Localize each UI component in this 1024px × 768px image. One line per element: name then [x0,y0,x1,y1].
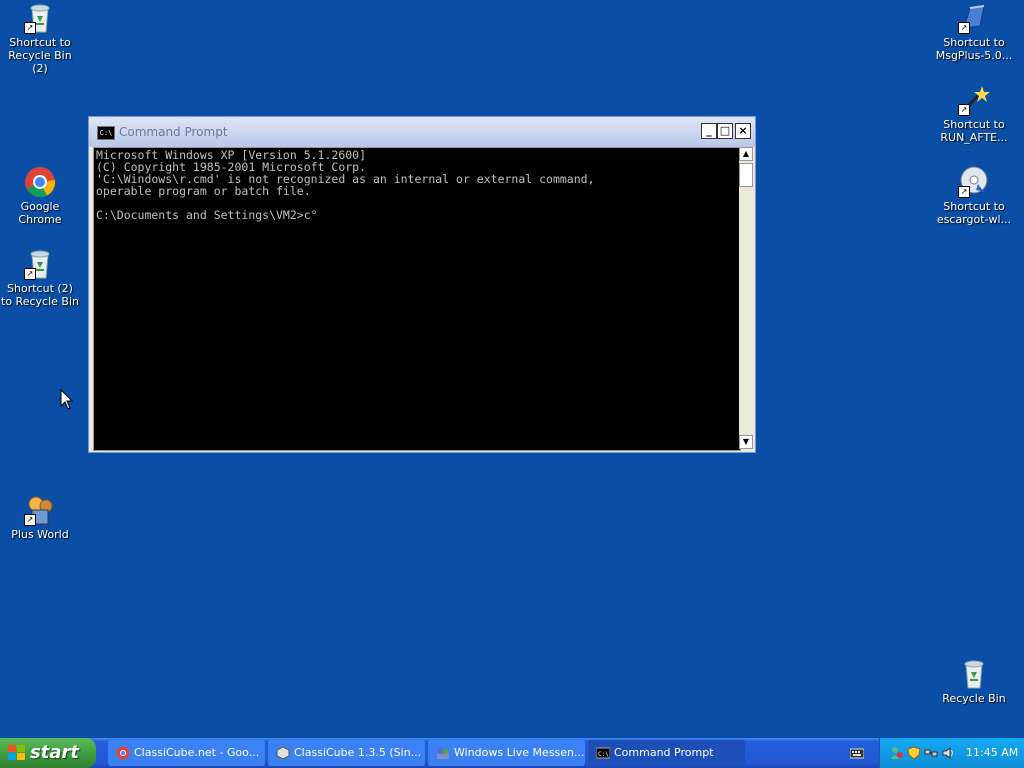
icon-label: Google Chrome [18,200,62,226]
icon-label: Shortcut (2) to Recycle Bin [1,282,79,308]
chrome-icon [116,746,130,760]
msgplus-shortcut-icon[interactable]: ↗ Shortcut to MsgPlus-5.0... [934,2,1014,62]
icon-label: Shortcut to RUN_AFTE... [940,118,1008,144]
console-text: Microsoft Windows XP [Version 5.1.2600] … [96,148,595,222]
cmd-icon: C:\ [97,126,115,140]
windows-flag-icon [8,745,25,760]
window-title: Command Prompt [119,125,228,139]
close-button[interactable]: × [735,123,751,139]
volume-icon[interactable] [941,746,955,760]
messenger-icon [437,748,449,759]
desktop: ↗ Shortcut to Recycle Bin (2) Google Chr… [0,0,1024,738]
window-titlebar[interactable]: C:\ Command Prompt _ □ × [89,117,755,147]
icon-label: Plus World [11,528,69,541]
icon-label: Shortcut to escargot-wl... [936,200,1012,226]
scroll-down-button[interactable]: ▼ [739,435,753,449]
task-label: ClassiCube.net - Goo... [134,746,260,759]
taskbar-button-classicube-net[interactable]: ClassiCube.net - Goo... [108,740,265,766]
recycle-bin-shortcut-icon[interactable]: ↗ Shortcut (2) to Recycle Bin [0,248,80,308]
cube-icon [276,746,290,760]
scroll-thumb[interactable] [739,163,753,187]
shortcut-arrow-icon: ↗ [24,22,36,34]
start-label: start [30,742,79,763]
run-after-shortcut-icon[interactable]: ↗ Shortcut to RUN_AFTE... [934,84,1014,144]
start-button[interactable]: start [0,738,96,768]
taskbar-button-classicube[interactable]: ClassiCube 1.3.5 (Sin... [268,740,425,766]
clock[interactable]: 11:45 AM [966,738,1018,768]
task-label: ClassiCube 1.3.5 (Sin... [294,746,422,759]
security-shield-icon[interactable] [907,746,921,760]
shortcut-arrow-icon: ↗ [24,514,36,526]
taskbar-button-windows-live-messenger[interactable]: Windows Live Messen... [428,740,585,766]
vertical-scrollbar[interactable]: ▲ ▼ [739,147,753,449]
recycle-bin-icon [964,660,984,689]
shortcut-arrow-icon: ↗ [958,22,970,34]
messenger-tray-icon[interactable] [890,746,904,760]
cmd-icon: C:\ [596,747,610,759]
chrome-icon [25,167,56,198]
minimize-button[interactable]: _ [701,123,717,139]
maximize-button[interactable]: □ [717,123,733,139]
shortcut-arrow-icon: ↗ [958,186,970,198]
taskbar-button-command-prompt[interactable]: C:\ Command Prompt [588,740,745,766]
escargot-shortcut-icon[interactable]: ↗ Shortcut to escargot-wl... [934,166,1014,226]
recycle-bin-icon-desktop[interactable]: Recycle Bin [934,658,1014,705]
icon-label: Shortcut to Recycle Bin (2) [8,36,72,75]
keyboard-icon[interactable] [850,747,864,759]
console-output[interactable]: Microsoft Windows XP [Version 5.1.2600] … [93,147,741,451]
shortcut-arrow-icon: ↗ [24,268,36,280]
system-tray: 11:45 AM [879,738,1024,768]
command-prompt-window[interactable]: C:\ Command Prompt _ □ × Microsoft Windo… [88,116,756,453]
taskbar: start ClassiCube.net - Goo... ClassiCube… [0,738,1024,768]
mouse-cursor-icon [60,389,74,410]
icon-label: Recycle Bin [942,692,1006,705]
shortcut-arrow-icon: ↗ [958,104,970,116]
network-icon[interactable] [924,746,938,760]
task-label: Windows Live Messen... [454,746,585,759]
recycle-bin-shortcut-2-icon[interactable]: ↗ Shortcut to Recycle Bin (2) [0,2,80,75]
task-label: Command Prompt [614,746,714,759]
plus-world-icon[interactable]: ↗ Plus World [0,494,80,541]
scroll-up-button[interactable]: ▲ [739,147,753,161]
icon-label: Shortcut to MsgPlus-5.0... [935,36,1013,62]
google-chrome-icon[interactable]: Google Chrome [0,166,80,226]
svg-text:C:\: C:\ [598,751,609,758]
